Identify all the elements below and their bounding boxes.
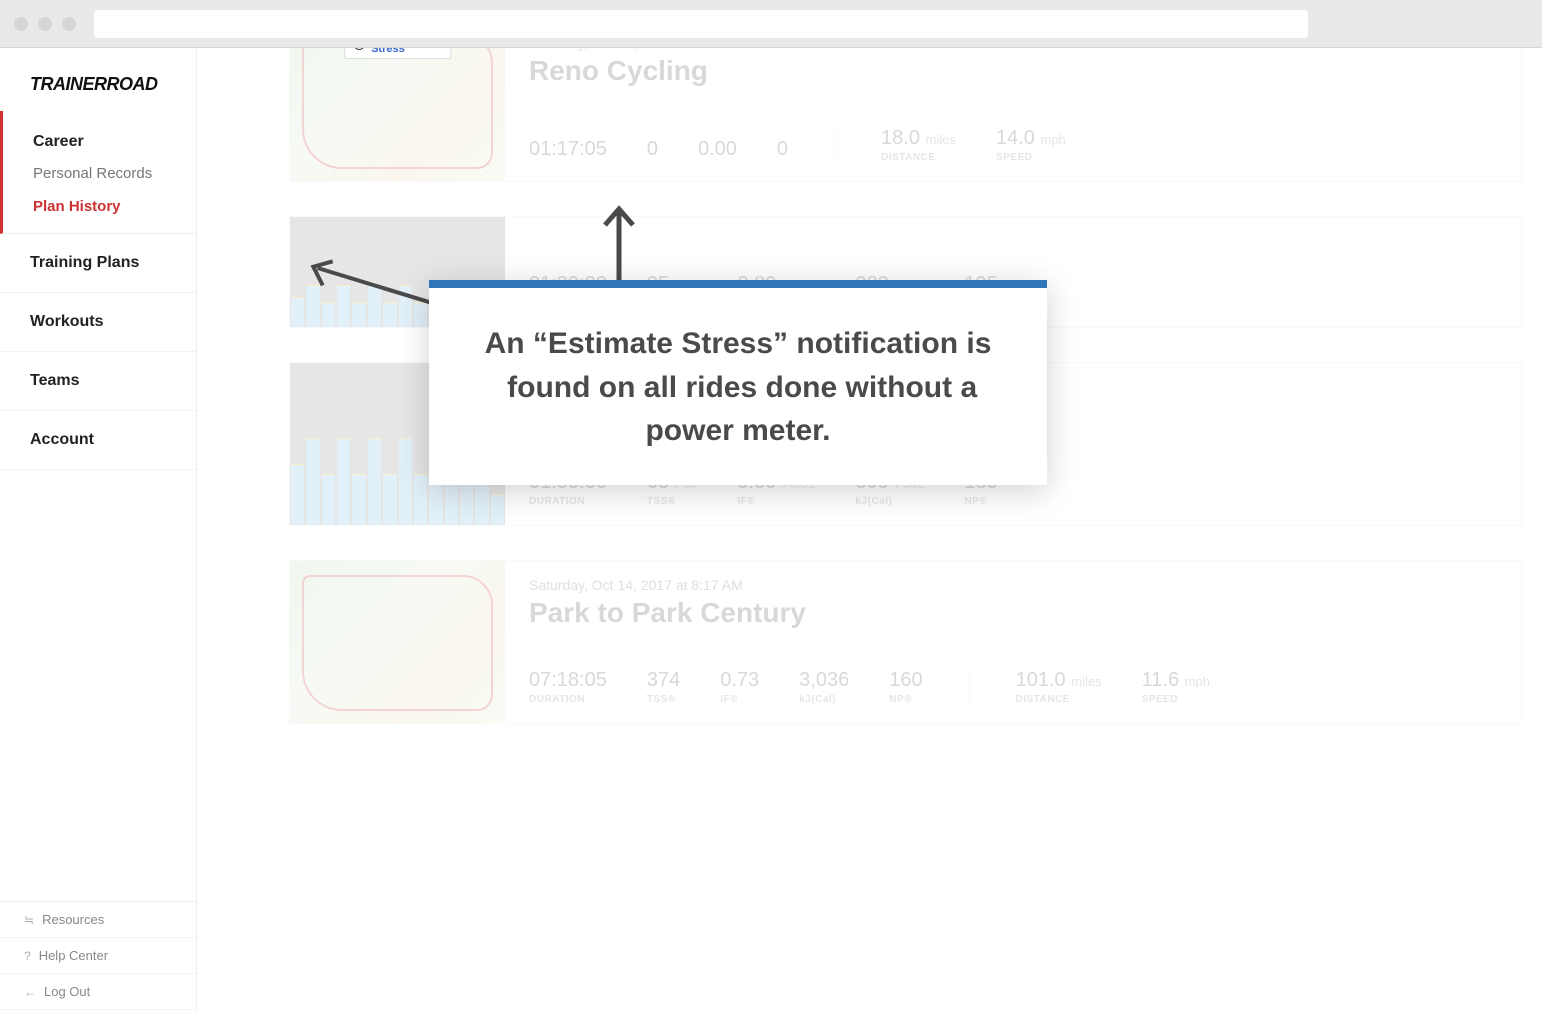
stat-value: 01:17:05 xyxy=(529,138,607,160)
stat-extra: 14.0 mph SPEED xyxy=(996,127,1066,163)
nav-training-plans[interactable]: Training Plans xyxy=(0,234,196,293)
stat-label: TSS® xyxy=(647,496,698,507)
stat-label: DISTANCE xyxy=(1016,694,1102,705)
stat-value: 0.73 xyxy=(720,669,759,691)
url-bar[interactable] xyxy=(94,10,1308,38)
nav-plan-history[interactable]: Plan History xyxy=(3,190,196,223)
ride-card[interactable]: Saturday, Oct 14, 2017 at 8:17 AM Park to… xyxy=(289,560,1522,724)
stat: 0.00 xyxy=(698,138,737,163)
main-content: ! Estimate Stress Saturday, Oct 21, 2017 a… xyxy=(197,48,1542,1010)
resources-icon: ≒ xyxy=(24,913,34,927)
ride-title: Park to Park Century xyxy=(529,597,1497,629)
stat-label: IF® xyxy=(720,694,759,705)
nav-account[interactable]: Account xyxy=(0,411,196,470)
maximize-window-icon[interactable] xyxy=(62,17,76,31)
close-window-icon[interactable] xyxy=(14,17,28,31)
ride-body: Saturday, Oct 21, 2017 at 8:54 AM Reno Cy… xyxy=(505,48,1521,181)
nav-resources[interactable]: ≒ Resources xyxy=(0,902,196,938)
ride-map-thumbnail xyxy=(290,561,505,723)
stat-unit: mph xyxy=(1037,132,1066,147)
estimate-stress-pill[interactable]: ! Estimate Stress xyxy=(344,48,452,59)
stat-value: 160 xyxy=(889,669,922,691)
ride-date: Saturday, Oct 14, 2017 at 8:17 AM xyxy=(529,577,1497,593)
ride-date: Saturday, Oct 21, 2017 at 8:54 AM xyxy=(529,48,1497,51)
nav-teams[interactable]: Teams xyxy=(0,352,196,411)
callout-text: An “Estimate Stress” notification is fou… xyxy=(465,322,1011,453)
stat-label: NP® xyxy=(964,496,997,507)
stat: 01:17:05 xyxy=(529,138,607,163)
stat-label: SPEED xyxy=(1142,694,1210,705)
minimize-window-icon[interactable] xyxy=(38,17,52,31)
nav-career[interactable]: Career xyxy=(3,121,196,157)
callout-box: An “Estimate Stress” notification is fou… xyxy=(429,280,1047,485)
stat-divider xyxy=(834,127,835,163)
stat-label: kJ(Cal) xyxy=(799,694,849,705)
sidebar: TRAINERROAD Career Personal Records Plan… xyxy=(0,48,197,1010)
alert-icon: ! xyxy=(353,48,365,50)
help-icon: ? xyxy=(24,949,31,963)
nav-resources-label: Resources xyxy=(42,912,104,927)
stat-label: TSS® xyxy=(647,694,680,705)
stat-extra: 18.0 miles DISTANCE xyxy=(881,127,956,163)
stat: 3,036 kJ(Cal) xyxy=(799,669,849,705)
ride-title: Reno Cycling xyxy=(529,55,1497,87)
browser-chrome xyxy=(0,0,1542,48)
nav-personal-records[interactable]: Personal Records xyxy=(3,157,196,190)
stat-value: 0 xyxy=(777,138,788,160)
estimate-stress-label: Estimate Stress xyxy=(371,48,442,55)
stat-value: 18.0 xyxy=(881,127,920,149)
nav-help-label: Help Center xyxy=(39,948,108,963)
stat-divider xyxy=(969,669,970,705)
stat-value: 0.00 xyxy=(698,138,737,160)
stat-value: 0 xyxy=(647,138,658,160)
ride-body: Saturday, Oct 14, 2017 at 8:17 AM Park to… xyxy=(505,561,1521,723)
stat-value: 101.0 xyxy=(1016,669,1066,691)
nav-career-group: Career Personal Records Plan History xyxy=(0,111,196,234)
stat-value: 11.6 xyxy=(1142,669,1179,691)
stat: 0 xyxy=(647,138,658,163)
nav-help-center[interactable]: ? Help Center xyxy=(0,938,196,974)
ride-map-thumbnail: ! Estimate Stress xyxy=(290,48,505,181)
stat-unit: miles xyxy=(922,132,956,147)
stat: 0.73 IF® xyxy=(720,669,759,705)
stat-label: DURATION xyxy=(529,694,607,705)
logout-icon: ← xyxy=(24,985,36,999)
stat-unit: mph xyxy=(1181,674,1210,689)
stat-label: kJ(Cal) xyxy=(855,496,924,507)
stat-label: NP® xyxy=(889,694,922,705)
nav-workouts[interactable]: Workouts xyxy=(0,293,196,352)
nav-logout-label: Log Out xyxy=(44,984,90,999)
stat: 374 TSS® xyxy=(647,669,680,705)
stat-label: DISTANCE xyxy=(881,152,956,163)
nav-logout[interactable]: ← Log Out xyxy=(0,974,196,1010)
stat-value: 07:18:05 xyxy=(529,669,607,691)
stat-label: DURATION xyxy=(529,496,607,507)
stat: 0 xyxy=(777,138,788,163)
stat-label: SPEED xyxy=(996,152,1066,163)
stat-extra: 101.0 miles DISTANCE xyxy=(1016,669,1102,705)
ride-card[interactable]: ! Estimate Stress Saturday, Oct 21, 2017 a… xyxy=(289,48,1522,182)
stat-extra: 11.6 mph SPEED xyxy=(1142,669,1210,705)
stat-unit: miles xyxy=(1068,674,1102,689)
callout-arrow-up-icon xyxy=(599,203,639,287)
brand-logo: TRAINERROAD xyxy=(0,48,196,111)
stat: 07:18:05 DURATION xyxy=(529,669,607,705)
stat-label: IF® xyxy=(737,496,815,507)
stat: 160 NP® xyxy=(889,669,922,705)
stat-value: 374 xyxy=(647,669,680,691)
stat-value: 14.0 xyxy=(996,127,1035,149)
stat-value: 3,036 xyxy=(799,669,849,691)
